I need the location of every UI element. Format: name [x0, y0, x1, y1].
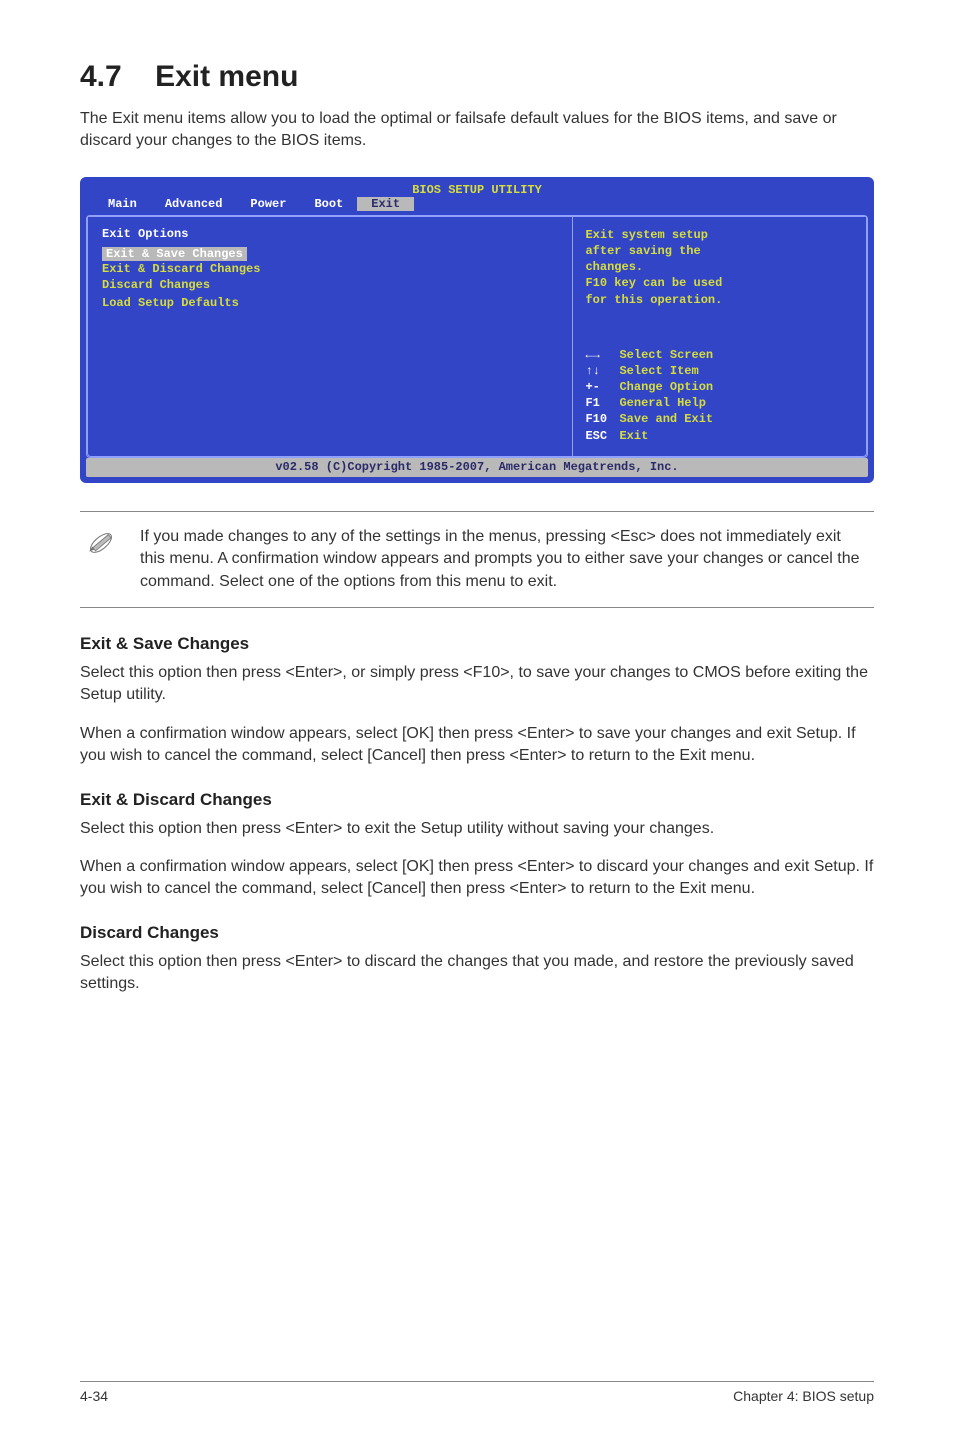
subhead: Discard Changes	[80, 923, 874, 943]
bios-copyright: v02.58 (C)Copyright 1985-2007, American …	[86, 458, 868, 477]
bios-left-pane: Exit Options Exit & Save Changes Exit & …	[87, 217, 573, 457]
nav-text: General Help	[619, 395, 705, 411]
nav-key: ↑↓	[585, 363, 613, 379]
nav-text: Change Option	[619, 379, 713, 395]
section-title: 4.7 Exit menu	[80, 60, 874, 94]
bios-body: Exit Options Exit & Save Changes Exit & …	[87, 216, 867, 457]
note-text: If you made changes to any of the settin…	[140, 526, 870, 593]
bios-options-heading: Exit Options	[102, 227, 558, 241]
bios-frame: Exit Options Exit & Save Changes Exit & …	[86, 215, 868, 458]
note-block: If you made changes to any of the settin…	[80, 511, 874, 608]
group-exit-save: Exit & Save Changes Select this option t…	[80, 634, 874, 768]
paragraph: Select this option then press <Enter> to…	[80, 951, 874, 996]
nav-text: Select Screen	[619, 347, 713, 363]
desc-line: changes.	[585, 259, 854, 275]
bios-description: Exit system setup after saving the chang…	[585, 227, 854, 308]
paragraph: When a confirmation window appears, sele…	[80, 856, 874, 901]
page-footer: 4-34 Chapter 4: BIOS setup	[80, 1381, 874, 1404]
bios-item-exit-discard: Exit & Discard Changes	[102, 261, 558, 277]
bios-screenshot: BIOS SETUP UTILITY Main Advanced Power B…	[80, 177, 874, 483]
desc-line: Exit system setup	[585, 227, 854, 243]
bios-tab-power: Power	[236, 197, 300, 211]
nav-text: Exit	[619, 428, 648, 444]
nav-key: F1	[585, 395, 613, 411]
group-exit-discard: Exit & Discard Changes Select this optio…	[80, 790, 874, 901]
nav-row: +- Change Option	[585, 379, 854, 395]
group-discard: Discard Changes Select this option then …	[80, 923, 874, 996]
nav-key: +-	[585, 379, 613, 395]
chapter-label: Chapter 4: BIOS setup	[733, 1388, 874, 1404]
section-number: 4.7	[80, 60, 122, 93]
nav-row: ESC Exit	[585, 428, 854, 444]
nav-text: Save and Exit	[619, 411, 713, 427]
nav-key: ESC	[585, 428, 613, 444]
section-intro: The Exit menu items allow you to load th…	[80, 108, 874, 153]
paragraph: Select this option then press <Enter> to…	[80, 818, 874, 840]
nav-row: F1 General Help	[585, 395, 854, 411]
desc-line: F10 key can be used	[585, 275, 854, 291]
bios-tab-advanced: Advanced	[151, 197, 237, 211]
subhead: Exit & Discard Changes	[80, 790, 874, 810]
paragraph: When a confirmation window appears, sele…	[80, 723, 874, 768]
paragraph: Select this option then press <Enter>, o…	[80, 662, 874, 707]
nav-key: F10	[585, 411, 613, 427]
bios-tab-boot: Boot	[300, 197, 357, 211]
note-pencil-icon	[84, 526, 118, 593]
bios-tab-bar: Main Advanced Power Boot Exit	[80, 197, 874, 215]
nav-key: ←→	[585, 347, 613, 363]
bios-nav-help: ←→ Select Screen ↑↓ Select Item +- Change O…	[585, 347, 854, 444]
bios-right-pane: Exit system setup after saving the chang…	[573, 217, 867, 457]
desc-line: for this operation.	[585, 292, 854, 308]
nav-row: ←→ Select Screen	[585, 347, 854, 363]
bios-item-discard: Discard Changes	[102, 277, 558, 293]
desc-line: after saving the	[585, 243, 854, 259]
subhead: Exit & Save Changes	[80, 634, 874, 654]
nav-row: F10 Save and Exit	[585, 411, 854, 427]
bios-item-load-defaults: Load Setup Defaults	[102, 295, 558, 311]
page-number: 4-34	[80, 1388, 108, 1404]
section-heading: Exit menu	[155, 60, 298, 93]
bios-title: BIOS SETUP UTILITY	[80, 177, 874, 197]
nav-row: ↑↓ Select Item	[585, 363, 854, 379]
bios-item-exit-save: Exit & Save Changes	[102, 247, 247, 261]
bios-tab-exit: Exit	[357, 197, 414, 211]
nav-text: Select Item	[619, 363, 698, 379]
bios-tab-main: Main	[94, 197, 151, 211]
